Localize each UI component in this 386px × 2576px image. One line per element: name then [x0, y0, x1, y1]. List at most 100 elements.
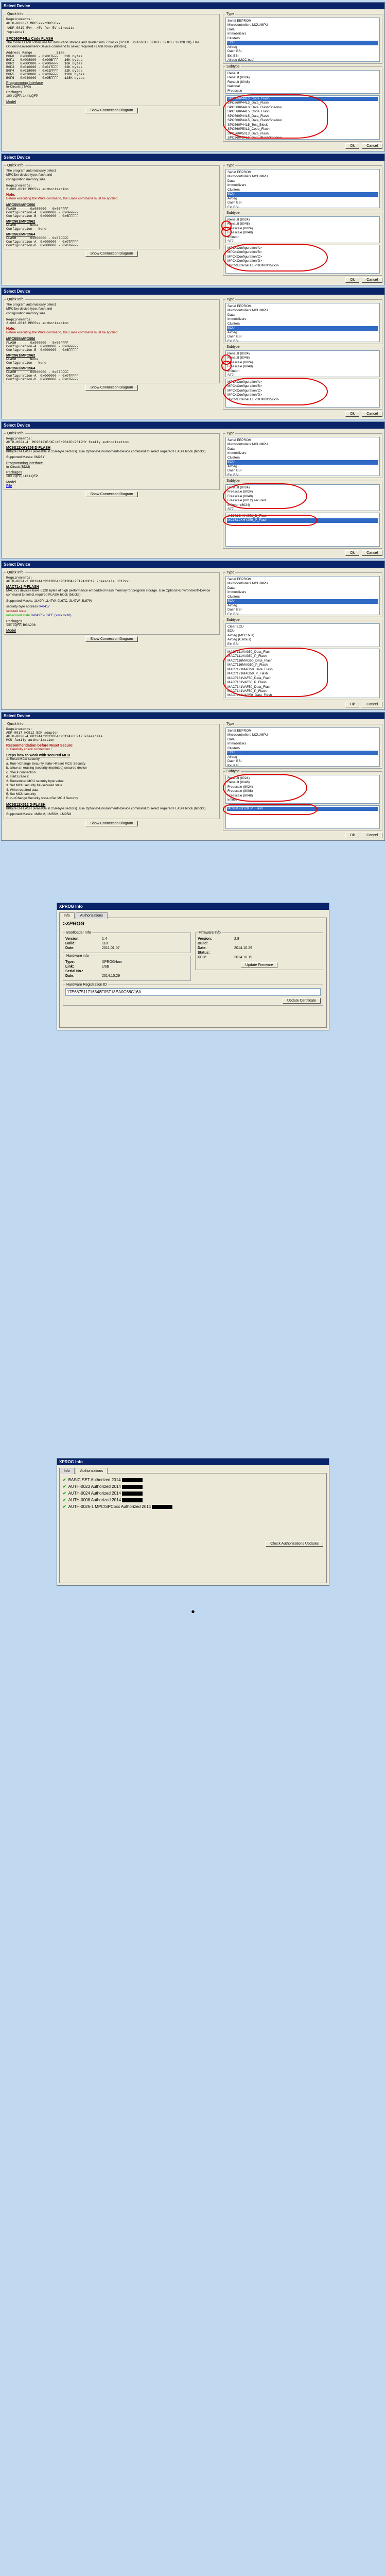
list-item[interactable]: SPC560P50L3_Code_Flash [227, 127, 378, 131]
list-item[interactable]: MPC<External EEPROM M95xxx> [227, 398, 378, 402]
list-item[interactable]: Infineon (8024) [227, 503, 378, 507]
subtype-range-list[interactable]: Clear ECUECUAirbag (MCC bus)Airbag (Carb… [225, 623, 380, 647]
list-item[interactable]: ST7 [227, 803, 378, 804]
list-item[interactable]: ST7 [227, 507, 378, 511]
list-item[interactable]: Dash BSI [227, 608, 378, 612]
list-item[interactable]: Airbag [227, 331, 378, 335]
list-item[interactable]: Data [227, 313, 378, 317]
list-item[interactable]: Airbag (MCC bus) [227, 58, 378, 62]
list-item[interactable]: Airbag (Carbus) [227, 638, 378, 642]
list-item[interactable]: Microcontrollers MCU/MPU [227, 443, 378, 447]
list-item[interactable]: Dash BSI [227, 201, 378, 205]
list-item[interactable]: Infineon [227, 235, 378, 240]
show-connection-btn[interactable]: Show Connection Diagram [85, 385, 137, 391]
list-item[interactable]: Ext BSI [227, 642, 378, 647]
list-item[interactable]: Freescale (8024) [227, 227, 378, 231]
list-item[interactable]: MAC7111VAG50_Data_Flash [227, 650, 378, 654]
list-item[interactable]: Renault (8048) [227, 781, 378, 785]
list-item[interactable]: Data [227, 179, 378, 183]
cancel-button[interactable]: Cancel [362, 550, 382, 556]
tab-auth[interactable]: Authorizations [76, 1468, 108, 1474]
type-list[interactable]: Serial EEPROMMicrocontrollers MCU/MPUDat… [225, 727, 380, 767]
list-item[interactable]: Clear ECU [227, 625, 378, 629]
list-item[interactable]: ECU [227, 41, 378, 45]
list-item[interactable]: MAC7141VAF50_Data_Flash [227, 685, 378, 689]
list-item[interactable]: Renault (8048) [227, 80, 378, 84]
list-item[interactable]: Airbag [227, 45, 378, 49]
cancel-button[interactable]: Cancel [362, 411, 382, 417]
show-connection-btn[interactable]: Show Connection Diagram [85, 636, 137, 642]
list-item[interactable]: MAC7141VAG50_Data_Flash [227, 693, 378, 698]
list-item[interactable]: Airbag [227, 465, 378, 469]
list-item[interactable]: Ext BSI [227, 340, 378, 343]
list-item[interactable]: ECU [227, 599, 378, 603]
list-item[interactable]: MPC<Configuration/D> [227, 259, 378, 263]
list-item[interactable]: Renault (8024) [227, 352, 378, 356]
list-item[interactable]: Immobilizers [227, 590, 378, 595]
list-item[interactable]: SPC560P44L5_Data_Flash/Shadow [227, 118, 378, 123]
list-item[interactable]: ECU [227, 460, 378, 464]
subtype-range-list[interactable]: Renault (8024)Renault (8048)Freescale (8… [225, 216, 380, 243]
type-list[interactable]: Serial EEPROMMicrocontrollers MCU/MPUDat… [225, 437, 380, 476]
list-item[interactable]: SPC560P44L5_Code_Flash [227, 110, 378, 114]
list-item[interactable]: ST7 [227, 93, 378, 94]
cancel-button[interactable]: Cancel [362, 277, 382, 283]
update-cert-btn[interactable]: Update Certificate [283, 998, 321, 1004]
list-item[interactable]: Immobilizers [227, 451, 378, 455]
list-item[interactable]: Dash BSI [227, 49, 378, 54]
file-link[interactable]: File [6, 484, 12, 488]
list-item[interactable]: Infineon [227, 798, 378, 802]
list-item[interactable]: MAC7121MAG50_P_Flash [227, 672, 378, 676]
list-item[interactable]: Serial EEPROM [227, 304, 378, 309]
show-connection-btn[interactable]: Show Connection Diagram [85, 821, 137, 826]
list-item[interactable]: Freescale (8012) secured [227, 499, 378, 503]
list-item[interactable]: Microcontrollers MCU/MPU [227, 175, 378, 179]
show-connection-btn[interactable]: Show Connection Diagram [85, 492, 137, 497]
list-item[interactable]: MAC7111VAG50_P_Flash [227, 654, 378, 658]
list-item[interactable]: Airbag [227, 755, 378, 759]
ok-button[interactable]: Ok [345, 277, 359, 283]
list-item[interactable]: Clusters [227, 456, 378, 460]
ok-button[interactable]: Ok [345, 550, 359, 556]
list-item[interactable]: MAC7141VAF50_P_Flash [227, 689, 378, 693]
list-item[interactable]: Clusters [227, 188, 378, 192]
list-item[interactable]: Ext BSI [227, 613, 378, 616]
list-item[interactable]: Data [227, 586, 378, 590]
list-item[interactable]: SPC560P44L3_Data_Flash/Shadow [227, 106, 378, 110]
list-item[interactable]: MAC7131VAF50_Data_Flash [227, 676, 378, 681]
list-item[interactable]: SPC560P50L3_Data_Flash [227, 132, 378, 136]
list-item[interactable]: Ext BSI [227, 54, 378, 58]
list-item[interactable]: ECU [227, 326, 378, 330]
list-item[interactable]: ECU [227, 751, 378, 755]
list-item[interactable]: MAC7116MAG50_Data_Flash [227, 659, 378, 663]
list-item[interactable]: Serial EEPROM [227, 438, 378, 443]
list-item[interactable]: Immobilizers [227, 317, 378, 321]
list-item[interactable]: Renault (8048) [227, 222, 378, 226]
tab-auth[interactable]: Authorizations [76, 912, 108, 919]
type-list[interactable]: Serial EEPROMMicrocontrollers MCU/MPUDat… [225, 18, 380, 62]
list-item[interactable]: Dash BSI [227, 469, 378, 473]
show-connection-btn[interactable]: Show Connection Diagram [85, 108, 137, 113]
subtype-device-list[interactable]: SPC560P44L3_Code_FlashSPC560P44L3_Data_F… [225, 95, 380, 140]
type-list[interactable]: Serial EEPROMMicrocontrollers MCU/MPUDat… [225, 169, 380, 208]
list-item[interactable]: Clusters [227, 322, 378, 326]
list-item[interactable]: Freescale (8008) [227, 789, 378, 793]
list-item[interactable]: Renault (8048) [227, 356, 378, 360]
subtype-range-list[interactable]: Renault (8024)Renault (8048) Freescale (8… [225, 350, 380, 377]
list-item[interactable]: Immobilizers [227, 32, 378, 36]
list-item[interactable]: Dash BSI [227, 335, 378, 339]
list-item[interactable]: Data [227, 738, 378, 742]
list-item[interactable]: National [227, 84, 378, 89]
list-item[interactable]: Freescale (8048) [227, 794, 378, 798]
subtype-range-list[interactable]: Renault (8024)Renault (8048) Freescale (8… [225, 775, 380, 804]
list-item[interactable]: ST7 [227, 374, 378, 377]
list-item[interactable]: Renault (8024) [227, 486, 378, 490]
subtype-device-list[interactable]: MC9S12XHY256_D_Flash MC9S12XHY256_P_Flas… [225, 513, 380, 547]
list-item[interactable]: MPC<Configuration/C> [227, 389, 378, 393]
list-item[interactable]: Serial EEPROM [227, 578, 378, 582]
list-item[interactable]: ECU [227, 192, 378, 196]
list-item[interactable]: Renault (8024) [227, 776, 378, 781]
list-item[interactable]: Freescale (8048) [227, 365, 378, 369]
cancel-button[interactable]: Cancel [362, 702, 382, 707]
list-item[interactable]: Freescale (8048) [227, 495, 378, 499]
